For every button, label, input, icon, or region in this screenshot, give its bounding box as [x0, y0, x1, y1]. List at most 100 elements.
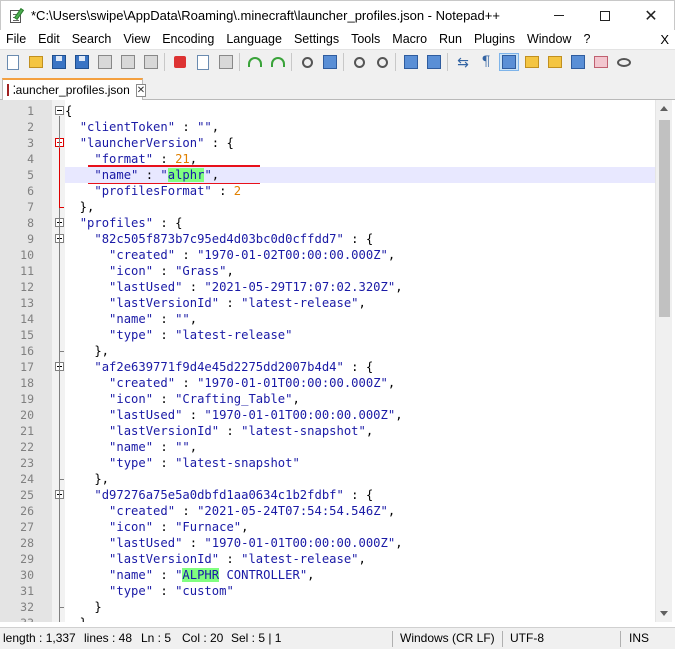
word-wrap-icon: ⇆: [457, 53, 469, 70]
close-document-button[interactable]: X: [660, 30, 669, 49]
scroll-up-icon[interactable]: [660, 106, 668, 111]
menu-language[interactable]: Language: [220, 30, 288, 49]
code-line[interactable]: "icon" : "Grass",: [65, 263, 655, 279]
menu-plugins[interactable]: Plugins: [468, 30, 521, 49]
code-line[interactable]: "lastUsed" : "1970-01-01T00:00:00.000Z",: [65, 535, 655, 551]
print-button[interactable]: [141, 53, 161, 71]
code-line[interactable]: "lastUsed" : "2021-05-29T17:07:02.320Z",: [65, 279, 655, 295]
fold-line: [59, 500, 60, 607]
menu-file[interactable]: File: [0, 30, 32, 49]
indent-guide-button[interactable]: [499, 53, 519, 71]
code-line[interactable]: "created" : "1970-01-02T00:00:00.000Z",: [65, 247, 655, 263]
scroll-down-icon[interactable]: [660, 611, 668, 616]
function-list-button[interactable]: [568, 53, 588, 71]
code-line[interactable]: "created" : "2021-05-24T07:54:54.546Z",: [65, 503, 655, 519]
menu-encoding[interactable]: Encoding: [156, 30, 220, 49]
language-udl-button[interactable]: [522, 53, 542, 71]
menu-tools[interactable]: Tools: [345, 30, 386, 49]
folder-workspace-button[interactable]: [591, 53, 611, 71]
code-line[interactable]: },: [65, 199, 655, 215]
maximize-button[interactable]: [582, 1, 628, 31]
code-line[interactable]: "name" : "",: [65, 439, 655, 455]
sync-vertical-button[interactable]: [401, 53, 421, 71]
menu-settings[interactable]: Settings: [288, 30, 345, 49]
find-button[interactable]: [297, 53, 317, 71]
code-line[interactable]: "name" : "",: [65, 311, 655, 327]
new-file-button[interactable]: [3, 53, 23, 71]
menu-view[interactable]: View: [117, 30, 156, 49]
scroll-thumb[interactable]: [659, 120, 670, 317]
menu-search[interactable]: Search: [66, 30, 118, 49]
code-line[interactable]: "lastVersionId" : "latest-release",: [65, 295, 655, 311]
code-line[interactable]: "launcherVersion" : {: [65, 135, 655, 151]
menu-macro[interactable]: Macro: [386, 30, 433, 49]
toolbar-separator: [343, 53, 345, 71]
code-line[interactable]: {: [65, 103, 655, 119]
printer-icon: [144, 55, 158, 69]
udl-icon: [525, 56, 539, 68]
redo-button[interactable]: [268, 53, 288, 71]
folder-workspace-icon: [594, 56, 608, 68]
code-line[interactable]: }: [65, 615, 655, 622]
close-all-button[interactable]: [118, 53, 138, 71]
code-line[interactable]: "type" : "latest-snapshot": [65, 455, 655, 471]
line-number: 14: [20, 312, 34, 326]
code-line[interactable]: "lastVersionId" : "latest-snapshot",: [65, 423, 655, 439]
zoom-out-button[interactable]: [372, 53, 392, 71]
close-file-button[interactable]: [95, 53, 115, 71]
tab-close-button[interactable]: ✕: [135, 83, 147, 97]
indent-guide-icon: [502, 55, 516, 69]
save-all-button[interactable]: [72, 53, 92, 71]
word-wrap-button[interactable]: ⇆: [453, 53, 473, 71]
undo-button[interactable]: [245, 53, 265, 71]
menu-run[interactable]: Run: [433, 30, 468, 49]
fold-toggle-icon[interactable]: [55, 106, 64, 115]
save-button[interactable]: [49, 53, 69, 71]
document-map-button[interactable]: [545, 53, 565, 71]
fold-line: [59, 244, 60, 351]
open-file-button[interactable]: [26, 53, 46, 71]
code-line[interactable]: "clientToken" : "",: [65, 119, 655, 135]
minimize-button[interactable]: [536, 1, 582, 31]
code-line[interactable]: },: [65, 471, 655, 487]
folder-icon: [29, 56, 43, 68]
show-all-characters-button[interactable]: ¶: [476, 53, 496, 71]
code-line[interactable]: "profilesFormat" : 2: [65, 183, 655, 199]
cut-button[interactable]: [170, 53, 190, 71]
editor-area[interactable]: 1 {2 "clientToken" : "", 3 "launcherVersio…: [0, 100, 675, 622]
code-line[interactable]: "created" : "1970-01-01T00:00:00.000Z",: [65, 375, 655, 391]
binoculars-icon: [301, 56, 313, 68]
vertical-scrollbar[interactable]: [655, 100, 672, 622]
menu-edit[interactable]: Edit: [32, 30, 66, 49]
code-line[interactable]: "lastUsed" : "1970-01-01T00:00:00.000Z",: [65, 407, 655, 423]
code-line[interactable]: "name" : "alphr",: [65, 167, 655, 183]
zoom-in-button[interactable]: [349, 53, 369, 71]
code-line[interactable]: "d97276a75e5a0dbfd1aa0634c1b2fdbf" : {: [65, 487, 655, 503]
code-line[interactable]: "icon" : "Furnace",: [65, 519, 655, 535]
minimize-icon: [554, 15, 564, 16]
close-file-icon: [98, 55, 112, 69]
code-line[interactable]: "format" : 21,: [65, 151, 655, 167]
paste-button[interactable]: [216, 53, 236, 71]
code-line[interactable]: "name" : "ALPHR CONTROLLER",: [65, 567, 655, 583]
code-line[interactable]: },: [65, 343, 655, 359]
code-line[interactable]: "82c505f873b7c95ed4d03bc0d0cffdd7" : {: [65, 231, 655, 247]
code-line[interactable]: "icon" : "Crafting_Table",: [65, 391, 655, 407]
menu-bar: File Edit Search View Encoding Language …: [0, 30, 675, 49]
replace-button[interactable]: [320, 53, 340, 71]
tab-launcher-profiles[interactable]: launcher_profiles.json ✕: [2, 78, 147, 100]
code-line[interactable]: "profiles" : {: [65, 215, 655, 231]
code-line[interactable]: "lastVersionId" : "latest-release",: [65, 551, 655, 567]
status-lines: lines : 48: [84, 631, 133, 645]
menu-help[interactable]: ?: [577, 30, 596, 49]
menu-window[interactable]: Window: [521, 30, 577, 49]
code-line[interactable]: "type" : "latest-release": [65, 327, 655, 343]
undo-icon: [248, 57, 262, 67]
code-line[interactable]: "type" : "custom": [65, 583, 655, 599]
code-line[interactable]: }: [65, 599, 655, 615]
sync-horizontal-button[interactable]: [424, 53, 444, 71]
code-line[interactable]: "af2e639771f9d4e45d2275dd2007b4d4" : {: [65, 359, 655, 375]
monitoring-button[interactable]: [614, 53, 634, 71]
copy-button[interactable]: [193, 53, 213, 71]
close-window-button[interactable]: ✕: [628, 1, 674, 31]
